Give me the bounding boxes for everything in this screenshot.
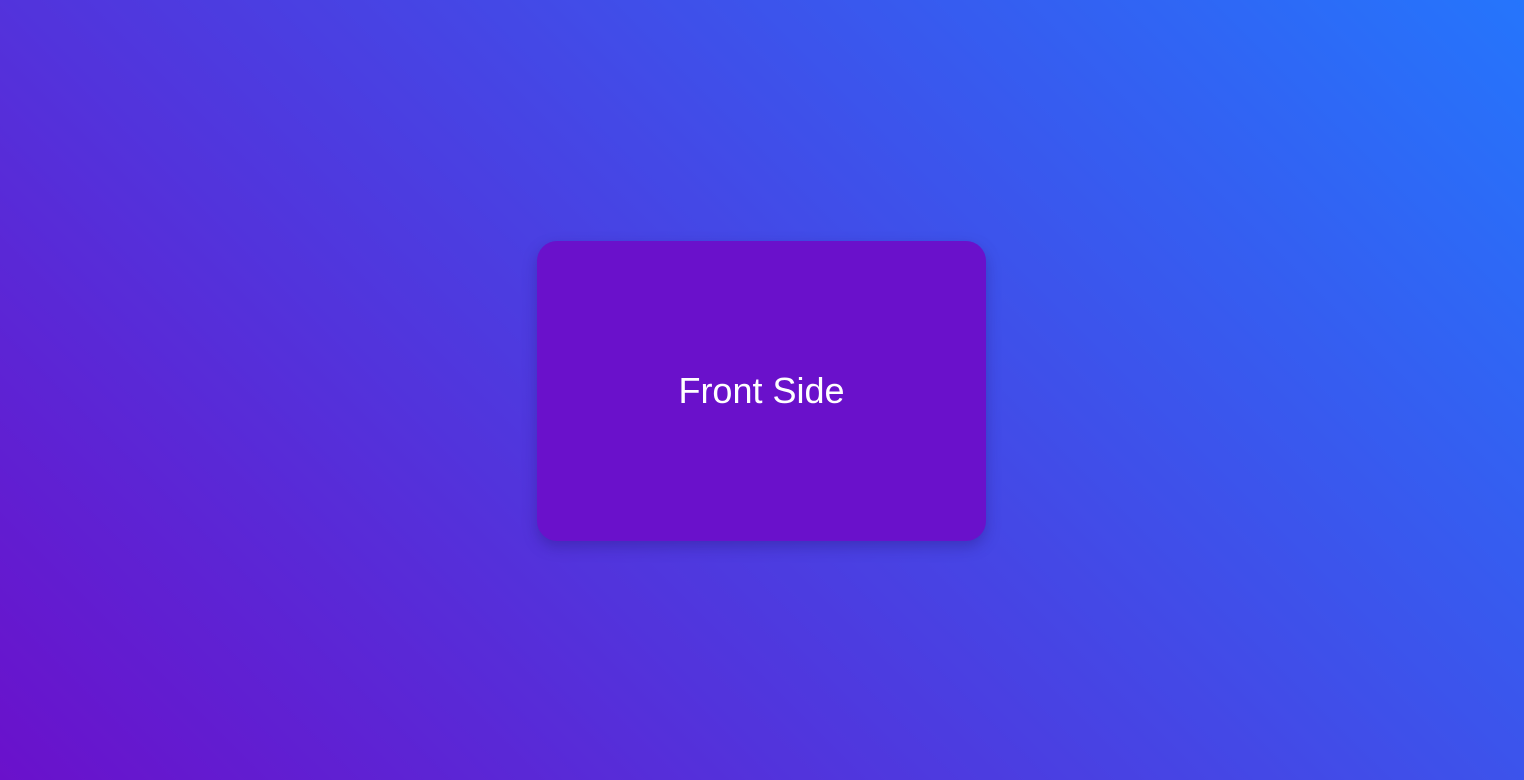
- page-background: { "flip_card": { "front_label": "Front S…: [0, 0, 1524, 780]
- card-front-label: Front Side: [678, 370, 845, 411]
- flip-card[interactable]: Front Side: [537, 241, 986, 541]
